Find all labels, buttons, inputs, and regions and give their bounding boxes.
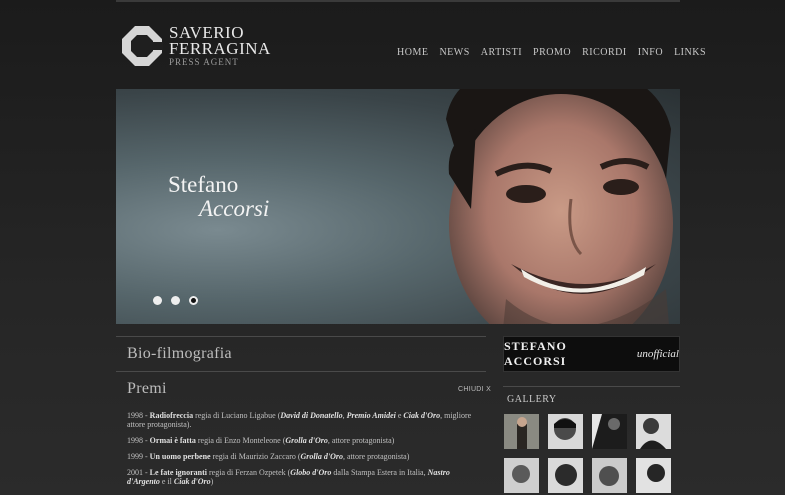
nav-home[interactable]: HOME (397, 47, 428, 58)
gallery-thumbnail[interactable] (636, 458, 671, 493)
gallery-thumbnail[interactable] (504, 458, 539, 493)
hero-slideshow[interactable]: Stefano Accorsi (116, 89, 680, 324)
award-year: 2001 - (127, 468, 150, 477)
divider (503, 386, 680, 387)
award-text: e il (159, 477, 174, 486)
award-item: 1998 - Ormai è fatta regia di Enzo Monte… (127, 436, 477, 445)
award-text: ) (210, 477, 214, 486)
logo-mark-icon (122, 26, 163, 66)
award-prize: Ciak d'Oro (403, 411, 441, 420)
logo-tagline: PRESS AGENT (169, 57, 239, 67)
award-film: Radiofreccia (149, 411, 194, 420)
gallery-thumbnail[interactable] (504, 414, 539, 449)
award-text: , attore protagonista) (327, 436, 395, 445)
logo-line-2: FERRAGINA (169, 39, 271, 58)
awards-list: 1998 - Radiofreccia regia di Luciano Lig… (127, 411, 477, 493)
award-film: Un uomo perbene (149, 452, 211, 461)
nav-promo[interactable]: PROMO (533, 47, 571, 58)
award-item: 1999 - Un uomo perbene regia di Maurizio… (127, 452, 477, 461)
divider (116, 336, 486, 337)
gallery-thumbnail[interactable] (636, 414, 671, 449)
award-text: , attore protagonista) (342, 452, 410, 461)
award-text: regia di Enzo Monteleone ( (195, 436, 286, 445)
award-year: 1998 - (127, 411, 150, 420)
banner-title: STEFANO ACCORSI (504, 339, 567, 368)
award-text: regia di Ferzan Ozpetek ( (207, 468, 291, 477)
slide-dot-1[interactable] (153, 296, 162, 305)
main-nav: HOME NEWS ARTISTI PROMO RICORDI INFO LIN… (397, 47, 717, 58)
award-item: 2001 - Le fate ignoranti regia di Ferzan… (127, 468, 477, 486)
award-year: 1999 - (127, 452, 150, 461)
award-prize: Grolla d'Oro (285, 436, 328, 445)
gallery-grid (504, 414, 674, 493)
top-border (116, 0, 680, 2)
logo-text: SAVERIO FERRAGINA (169, 24, 271, 58)
gallery-title: GALLERY (507, 394, 557, 405)
artist-portrait (446, 89, 673, 324)
close-button[interactable]: CHIUDI X (458, 386, 491, 393)
hero-last-name: Accorsi (199, 196, 270, 221)
hero-first-name: Stefano (168, 172, 239, 197)
gallery-thumbnail[interactable] (592, 414, 627, 449)
award-text: regia di Maurizio Zaccaro ( (210, 452, 301, 461)
slide-dot-3[interactable] (189, 296, 198, 305)
award-film: Ormai è fatta (149, 436, 196, 445)
unofficial-site-banner[interactable]: STEFANO ACCORSI unofficial (503, 336, 680, 372)
bio-title[interactable]: Bio-filmografia (127, 345, 232, 363)
award-prize: Ciak d'Oro (173, 477, 211, 486)
award-item: 1998 - Radiofreccia regia di Luciano Lig… (127, 411, 477, 429)
divider (116, 371, 486, 372)
award-prize: Globo d'Oro (290, 468, 332, 477)
nav-info[interactable]: INFO (638, 47, 663, 58)
nav-news[interactable]: NEWS (439, 47, 469, 58)
gallery-thumbnail[interactable] (592, 458, 627, 493)
premi-title[interactable]: Premi (127, 380, 167, 398)
site-logo[interactable]: SAVERIO FERRAGINA PRESS AGENT (121, 24, 281, 69)
nav-artisti[interactable]: ARTISTI (481, 47, 522, 58)
banner-subtitle: unofficial (636, 348, 679, 360)
award-prize: Premio Amidei (346, 411, 396, 420)
nav-ricordi[interactable]: RICORDI (582, 47, 627, 58)
slide-dots (153, 296, 198, 305)
hero-title: Stefano Accorsi (168, 173, 269, 221)
slide-dot-2[interactable] (171, 296, 180, 305)
gallery-thumbnail[interactable] (548, 458, 583, 493)
nav-links[interactable]: LINKS (674, 47, 706, 58)
award-prize: Grolla d'Oro (300, 452, 343, 461)
award-prize: David di Donatello (280, 411, 343, 420)
gallery-thumbnail[interactable] (548, 414, 583, 449)
award-text: regia di Luciano Ligabue ( (193, 411, 281, 420)
award-year: 1998 - (127, 436, 150, 445)
award-film: Le fate ignoranti (149, 468, 207, 477)
award-text: dalla Stampa Estera in Italia, (331, 468, 428, 477)
